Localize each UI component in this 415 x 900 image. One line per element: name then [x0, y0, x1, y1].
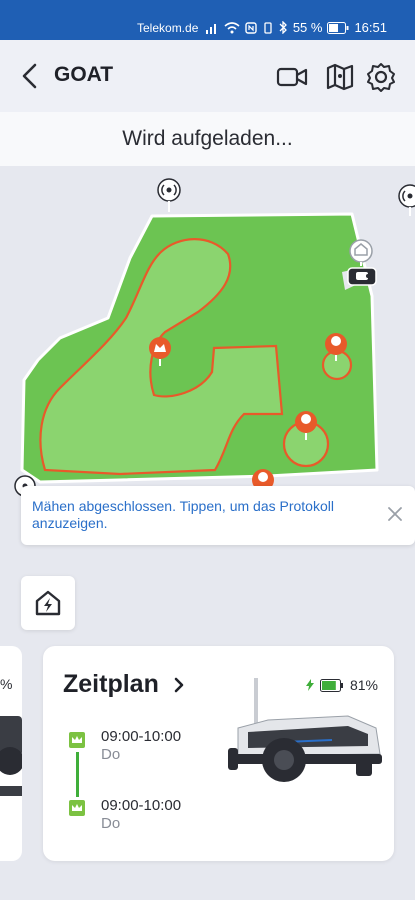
wifi-icon: [224, 21, 240, 33]
schedule-title: Zeitplan: [63, 670, 159, 698]
chevron-right-icon: [174, 677, 184, 692]
close-icon[interactable]: [386, 505, 404, 523]
bluetooth-icon: [279, 21, 287, 34]
nfc-icon: [245, 21, 257, 34]
schedule-day: Do: [101, 815, 121, 832]
gear-icon[interactable]: [365, 62, 397, 92]
partial-percent: %: [0, 676, 13, 692]
toast-message[interactable]: Mähen abgeschlossen. Tippen, um das Prot…: [32, 498, 382, 532]
schedule-day: Do: [101, 746, 121, 763]
mower-position-icon[interactable]: [347, 267, 377, 286]
schedule-crown-icon: [69, 800, 85, 816]
lawn-area: [20, 212, 379, 484]
battery-icon: [327, 21, 349, 34]
battery-percent: 55 %: [292, 20, 323, 35]
schedule-timeline: [76, 752, 79, 797]
status-banner: Wird aufgeladen...: [0, 112, 415, 166]
mower-image: [0, 716, 22, 796]
status-bar: Telekom.de 55 % 16:51: [0, 0, 415, 40]
map-icon[interactable]: [324, 62, 356, 92]
back-arrow-icon[interactable]: [18, 62, 42, 90]
schedule-crown-icon: [69, 732, 85, 748]
status-text: Wird aufgeladen...: [122, 127, 293, 150]
signal-icon: [205, 23, 216, 34]
rtk-antenna-icon[interactable]: [398, 184, 415, 216]
rtk-antenna-icon[interactable]: [157, 178, 181, 212]
schedule-time: 09:00-10:00: [101, 797, 182, 814]
schedule-time: 09:00-10:00: [101, 728, 182, 745]
notification-toast[interactable]: Mähen abgeschlossen. Tippen, um das Prot…: [21, 486, 415, 545]
status-icons: 55 % 16:51: [205, 20, 387, 35]
previous-card[interactable]: %: [0, 646, 22, 861]
schedule-title-link[interactable]: Zeitplan: [63, 670, 185, 699]
video-camera-icon[interactable]: [276, 62, 308, 92]
mower-image: [228, 678, 382, 782]
return-to-station-button[interactable]: [21, 576, 75, 630]
home-charge-icon: [35, 590, 61, 616]
schedule-entry[interactable]: 09:00-10:00 Do: [101, 728, 181, 764]
vibrate-icon: [264, 21, 272, 34]
carrier-label: Telekom.de: [137, 21, 199, 35]
schedule-entry[interactable]: 09:00-10:00 Do: [101, 797, 181, 833]
clock: 16:51: [354, 20, 387, 35]
schedule-card[interactable]: Zeitplan 81% 09:00-10:00 Do 09:00-10:00 …: [43, 646, 394, 861]
page-title: GOAT: [54, 63, 114, 86]
app-header: GOAT: [0, 40, 415, 112]
